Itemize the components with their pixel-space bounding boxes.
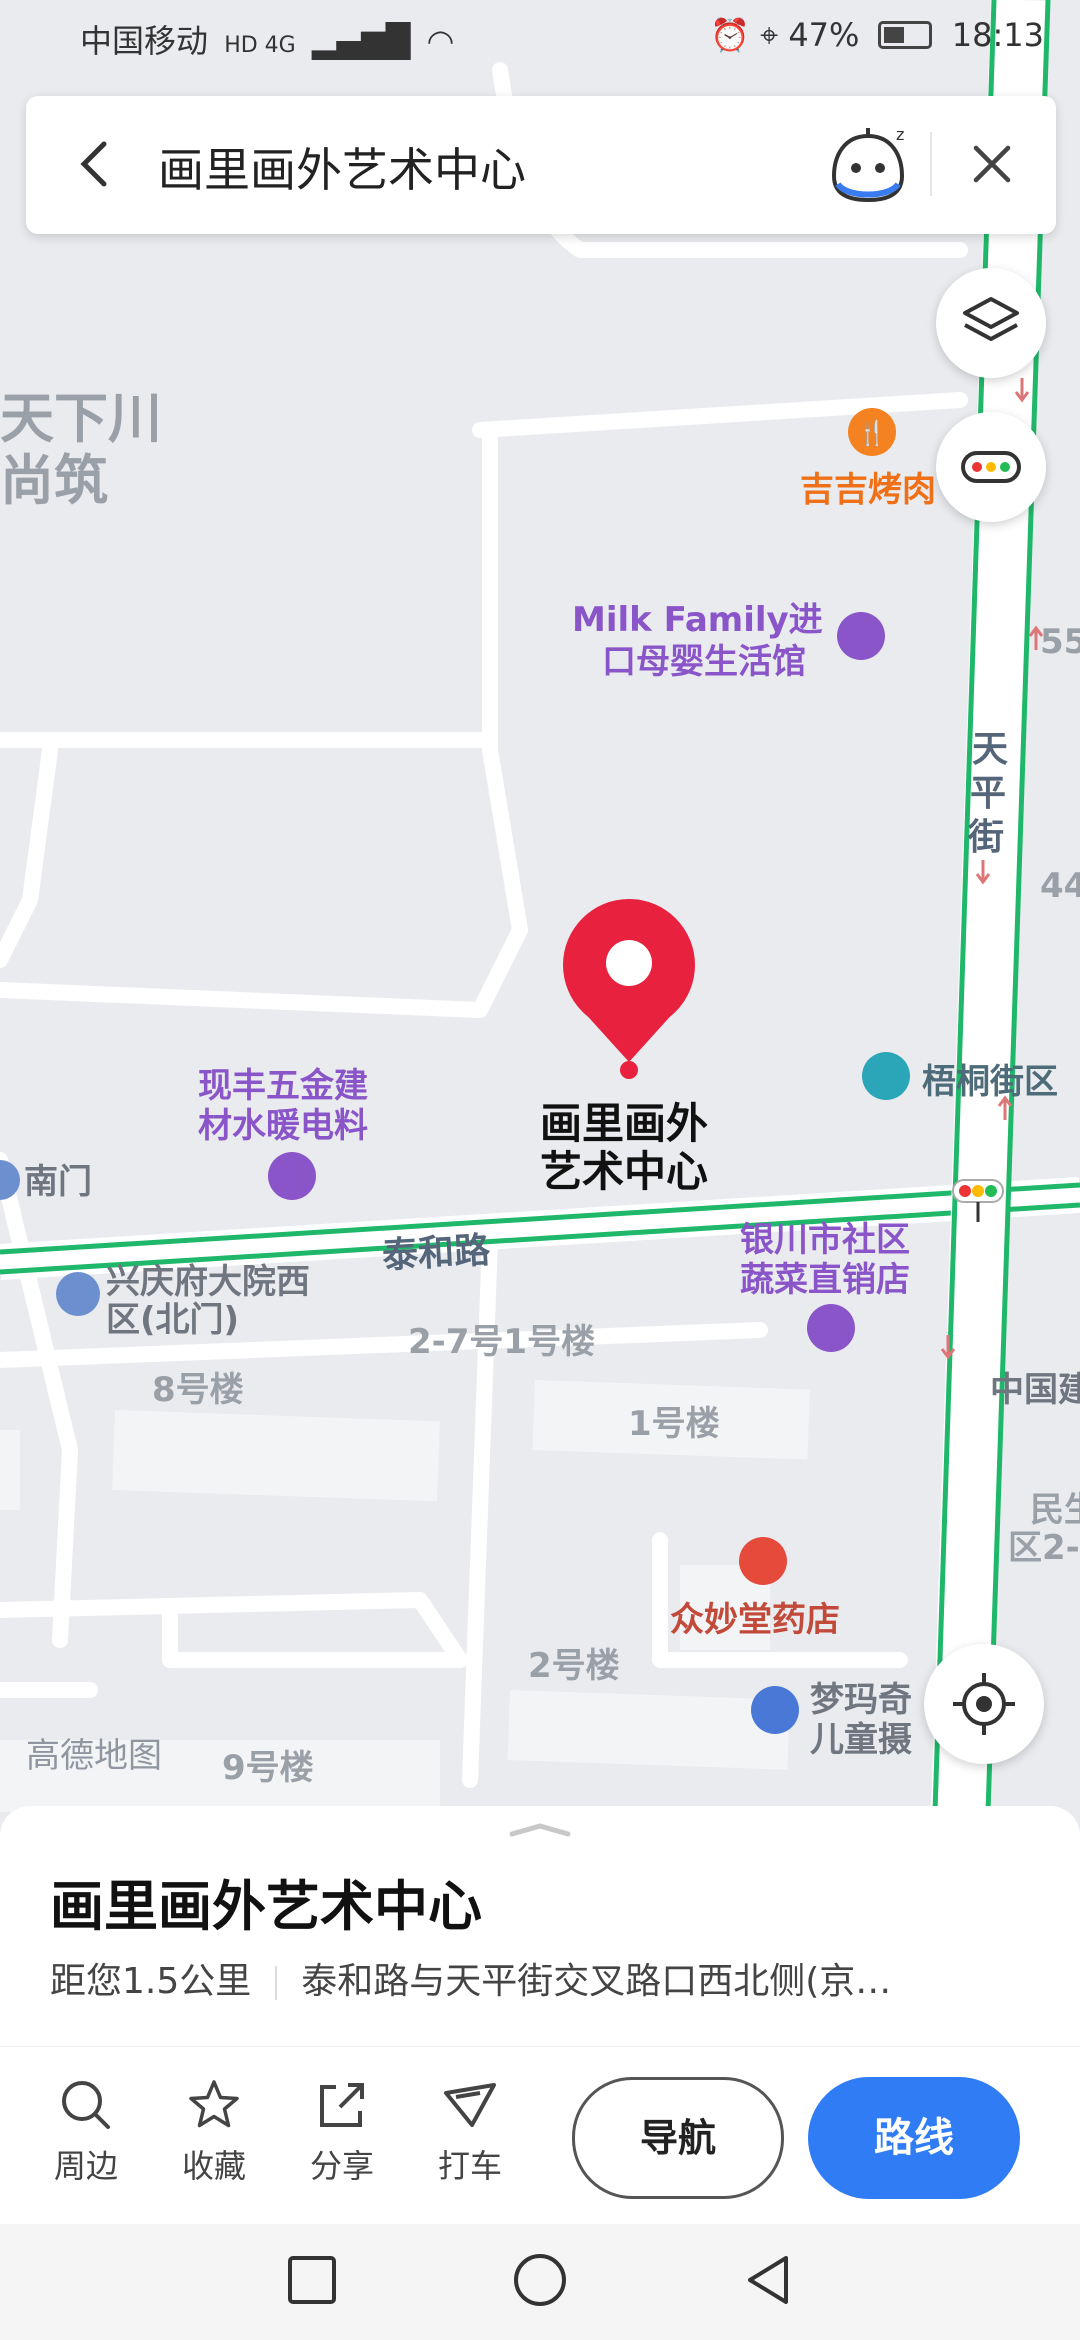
taxi-label: 打车 — [437, 2147, 502, 2185]
search-query[interactable]: 画里画外艺术中心 — [158, 134, 526, 200]
poi-label[interactable]: 区(北门) — [106, 1300, 239, 1340]
poi-label: 天下川 — [0, 387, 162, 450]
share-icon — [320, 2083, 364, 2127]
nearby-button[interactable]: 周边 — [36, 2077, 136, 2187]
poi-label[interactable]: 民生 — [1030, 1490, 1080, 1530]
svg-text:z: z — [896, 125, 904, 144]
poi-label[interactable]: 现丰五金建 — [198, 1066, 368, 1106]
traffic-icon — [961, 451, 1021, 483]
poi-label[interactable]: 儿童摄 — [810, 1720, 912, 1760]
poi-label[interactable]: 南门 — [24, 1162, 92, 1202]
home-icon[interactable] — [510, 2250, 570, 2310]
nearby-label: 周边 — [53, 2147, 118, 2185]
place-meta: 距您1.5公里 泰和路与天平街交叉路口西北侧(京… — [50, 1952, 891, 2004]
sheet-handle-icon[interactable] — [508, 1822, 572, 1838]
carrier-label: 中国移动 — [80, 22, 209, 60]
map-canvas: 🍴 — [0, 0, 1080, 1812]
status-left: 中国移动 HD 4G ▂▄▆█ ◠ — [80, 16, 454, 62]
system-nav-bar — [0, 2224, 1080, 2340]
poi-label[interactable]: 蔬菜直销店 — [740, 1260, 910, 1300]
vegetable-pin-icon — [807, 1304, 855, 1352]
marker-label: 画里画外 — [540, 1099, 709, 1148]
hardware-pin-icon — [268, 1152, 316, 1200]
gate-pin-icon — [56, 1272, 100, 1316]
road-label: 街 — [968, 817, 1005, 858]
poi-label[interactable]: 众妙堂药店 — [670, 1600, 840, 1640]
residential-pin-icon — [862, 1052, 910, 1100]
navigate-button[interactable]: 导航 — [572, 2077, 784, 2199]
taxi-button[interactable]: 打车 — [420, 2077, 520, 2187]
poi-label[interactable]: 区2- — [1008, 1528, 1080, 1568]
network-label: HD 4G — [224, 33, 296, 58]
building — [507, 1690, 790, 1770]
divider — [275, 1966, 278, 2000]
share-button[interactable]: 分享 — [292, 2077, 392, 2187]
place-title: 画里画外艺术中心 — [50, 1875, 482, 1938]
voice-assistant-icon[interactable]: z — [826, 124, 910, 208]
locate-icon — [953, 1673, 1015, 1735]
building-label: 2号楼 — [528, 1646, 620, 1686]
building — [0, 1430, 20, 1510]
wifi-icon: ◠ — [426, 22, 455, 60]
pharmacy-pin-icon — [739, 1537, 787, 1585]
poi-label[interactable]: 吉吉烤肉 — [800, 470, 936, 510]
poi-label[interactable]: 兴庆府大院西 — [106, 1262, 310, 1302]
poi-label[interactable]: 梦玛奇 — [810, 1680, 912, 1720]
star-icon — [189, 2080, 239, 2128]
place-address: 泰和路与天平街交叉路口西北侧(京… — [301, 1961, 892, 2002]
traffic-button[interactable] — [936, 412, 1046, 522]
poi-label[interactable]: 银川市社区 — [740, 1220, 910, 1260]
poi-label[interactable]: 材水暖电料 — [198, 1106, 368, 1146]
poi-label[interactable]: Milk Family进 — [572, 600, 823, 640]
building — [112, 1410, 440, 1502]
map-view[interactable]: 🍴 天下川 尚筑 吉吉烤肉 Milk Family进 口母婴生活馆 梧桐街区 现… — [0, 0, 1080, 1812]
restaurant-pin-icon: 🍴 — [848, 408, 896, 456]
place-detail-sheet[interactable]: 画里画外艺术中心 距您1.5公里 泰和路与天平街交叉路口西北侧(京… — [0, 1806, 1080, 2046]
road-number-label: 44 — [1040, 866, 1080, 906]
status-bar: 中国移动 HD 4G ▂▄▆█ ◠ ⏰ ⌖ 47% 18:13 — [0, 0, 1080, 72]
poi-label[interactable]: 梧桐街区 — [922, 1062, 1058, 1102]
camera-pin-icon — [751, 1686, 799, 1734]
favorite-label: 收藏 — [181, 2147, 246, 2185]
road-number-label: 55 — [1040, 622, 1080, 662]
road-label: 泰和路 — [381, 1230, 492, 1277]
favorite-button[interactable]: 收藏 — [164, 2077, 264, 2187]
close-icon[interactable] — [962, 134, 1022, 194]
back-nav-icon[interactable] — [738, 2250, 798, 2310]
action-toolbar: 周边 收藏 分享 打车 导航 路线 — [0, 2046, 1080, 2225]
building-label: 1号楼 — [628, 1404, 720, 1444]
battery-label: 47% — [788, 16, 860, 54]
building-label: 2-7号1号楼 — [408, 1322, 596, 1362]
status-right: ⏰ ⌖ 47% 18:13 — [710, 16, 1044, 55]
poi-label[interactable]: 口母婴生活馆 — [602, 642, 806, 682]
back-icon[interactable] — [66, 134, 126, 194]
alarm-icon: ⏰ — [710, 16, 750, 54]
recent-apps-icon[interactable] — [282, 2250, 342, 2310]
marker-label: 艺术中心 — [540, 1147, 709, 1196]
place-distance: 距您1.5公里 — [50, 1961, 252, 2002]
share-label: 分享 — [309, 2147, 374, 2185]
divider — [930, 132, 932, 196]
building-label: 8号楼 — [152, 1370, 244, 1410]
search-icon — [62, 2081, 110, 2129]
battery-icon — [877, 21, 932, 49]
time-label: 18:13 — [951, 16, 1044, 54]
map-watermark: 高德地图 — [26, 1736, 162, 1776]
taxi-icon — [444, 2083, 496, 2127]
layers-button[interactable] — [936, 268, 1046, 378]
location-icon: ⌖ — [760, 16, 779, 54]
search-bar[interactable]: 画里画外艺术中心 z — [26, 96, 1056, 234]
svg-text:🍴: 🍴 — [857, 419, 887, 447]
building-label: 9号楼 — [222, 1748, 314, 1788]
layers-icon — [963, 297, 1019, 341]
route-button[interactable]: 路线 — [808, 2077, 1020, 2199]
shop-pin-icon — [837, 612, 885, 660]
poi-label: 尚筑 — [0, 449, 108, 512]
signal-icon: ▂▄▆█ — [311, 22, 411, 60]
locate-button[interactable] — [924, 1644, 1044, 1764]
poi-label[interactable]: 中国建 — [990, 1370, 1080, 1410]
